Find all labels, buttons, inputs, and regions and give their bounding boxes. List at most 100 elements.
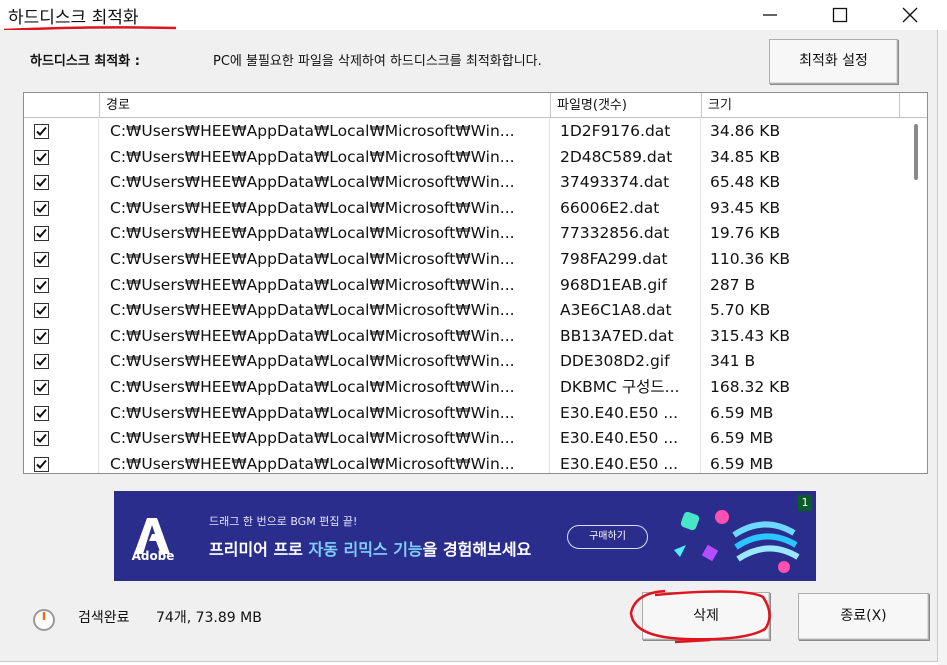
row-file-size: 65.48 KB <box>710 173 781 192</box>
checkmark-icon <box>36 280 47 290</box>
table-row[interactable]: C:₩Users₩HEE₩AppData₩Local₩Microsoft₩Win… <box>24 170 909 196</box>
checkmark-icon <box>36 382 47 392</box>
checkmark-icon <box>36 254 47 264</box>
row-checkbox[interactable] <box>34 124 49 139</box>
row-file-name: E30.E40.E50 ... <box>551 451 701 473</box>
table-row[interactable]: C:₩Users₩HEE₩AppData₩Local₩Microsoft₩Win… <box>24 323 909 350</box>
row-file-name: A3E6C1A8.dat <box>551 298 701 324</box>
row-path: C:₩Users₩HEE₩AppData₩Local₩Microsoft₩Win… <box>100 426 550 452</box>
row-check-cell <box>24 400 99 427</box>
maximize-button[interactable] <box>817 0 863 30</box>
ad-graphic-icon <box>674 510 800 573</box>
checkmark-icon <box>36 203 47 213</box>
row-checkbox[interactable] <box>34 379 49 395</box>
row-file-size: 6.59 MB <box>710 429 774 448</box>
ad-brand: Adobe <box>131 549 175 563</box>
minimize-icon <box>763 14 777 16</box>
delete-button[interactable]: 삭제 <box>642 592 770 640</box>
row-check-cell <box>24 374 99 401</box>
section-label: 하드디스크 최적화 : <box>30 54 140 69</box>
row-file-size: 110.36 KB <box>710 249 790 268</box>
row-file-name: DKBMC 구성드... <box>551 374 701 401</box>
row-checkbox[interactable] <box>34 303 49 319</box>
row-checkbox[interactable] <box>34 354 49 370</box>
row-file-size: 34.86 KB <box>710 122 781 140</box>
table-row[interactable]: C:₩Users₩HEE₩AppData₩Local₩Microsoft₩Win… <box>24 349 909 375</box>
row-file-size: 168.32 KB <box>710 377 790 396</box>
row-file-size: 5.70 KB <box>710 301 771 320</box>
checkmark-icon <box>36 459 47 469</box>
row-path: C:₩Users₩HEE₩AppData₩Local₩Microsoft₩Win… <box>100 323 550 350</box>
column-header-name[interactable]: 파일명(갯수) <box>551 93 702 118</box>
row-checkbox[interactable] <box>34 277 49 293</box>
row-checkbox[interactable] <box>34 226 49 242</box>
close-icon <box>902 7 918 23</box>
table-row[interactable]: C:₩Users₩HEE₩AppData₩Local₩Microsoft₩Win… <box>24 144 909 171</box>
row-file-name: 77332856.dat <box>551 221 701 247</box>
table-row[interactable]: C:₩Users₩HEE₩AppData₩Local₩Microsoft₩Win… <box>24 272 909 299</box>
table-row[interactable]: C:₩Users₩HEE₩AppData₩Local₩Microsoft₩Win… <box>24 246 909 273</box>
table-row[interactable]: C:₩Users₩HEE₩AppData₩Local₩Microsoft₩Win… <box>24 221 909 247</box>
checkmark-icon <box>36 331 47 341</box>
checkmark-icon <box>36 433 47 444</box>
row-path: C:₩Users₩HEE₩AppData₩Local₩Microsoft₩Win… <box>100 119 550 145</box>
file-list[interactable]: 경로 파일명(갯수) 크기 C:₩Users₩HEE₩AppData₩Local… <box>23 92 928 474</box>
title-bar[interactable]: 하드디스크 최적화 <box>0 0 947 32</box>
column-header-size[interactable]: 크기 <box>702 93 900 118</box>
ad-tagline: 드래그 한 번으로 BGM 편집 끝! <box>209 515 358 528</box>
row-file-size: 287 B <box>710 275 756 294</box>
vertical-scrollbar[interactable] <box>909 119 927 473</box>
row-file-name: 37493374.dat <box>551 170 701 196</box>
ad-buy-button[interactable]: 구매하기 <box>567 525 648 549</box>
table-row[interactable]: C:₩Users₩HEE₩AppData₩Local₩Microsoft₩Win… <box>24 374 909 401</box>
row-file-name: DDE308D2.gif <box>551 349 701 375</box>
checkmark-icon <box>36 229 47 239</box>
exit-button[interactable]: 종료(X) <box>798 593 929 640</box>
row-path: C:₩Users₩HEE₩AppData₩Local₩Microsoft₩Win… <box>100 144 550 171</box>
table-row[interactable]: C:₩Users₩HEE₩AppData₩Local₩Microsoft₩Win… <box>24 298 909 324</box>
checkmark-icon <box>36 152 47 162</box>
row-path: C:₩Users₩HEE₩AppData₩Local₩Microsoft₩Win… <box>100 195 550 222</box>
row-file-name: 798FA299.dat <box>551 246 701 273</box>
row-check-cell <box>24 323 99 350</box>
row-check-cell <box>24 246 99 273</box>
table-row[interactable]: C:₩Users₩HEE₩AppData₩Local₩Microsoft₩Win… <box>24 426 909 452</box>
row-file-name: 66006E2.dat <box>551 195 701 222</box>
table-row[interactable]: C:₩Users₩HEE₩AppData₩Local₩Microsoft₩Win… <box>24 119 909 145</box>
scrollbar-thumb[interactable] <box>914 124 918 180</box>
row-checkbox[interactable] <box>34 456 49 472</box>
ad-banner[interactable]: Adobe 드래그 한 번으로 BGM 편집 끝! 프리미어 프로 자동 리믹스… <box>114 491 816 581</box>
row-checkbox[interactable] <box>34 405 49 421</box>
row-check-cell <box>24 272 99 299</box>
maximize-icon <box>832 7 848 23</box>
row-file-name: E30.E40.E50 ... <box>551 400 701 427</box>
row-file-name: E30.E40.E50 ... <box>551 426 701 452</box>
minimize-button[interactable] <box>747 0 793 30</box>
column-header-check[interactable] <box>24 93 100 118</box>
list-header: 경로 파일명(갯수) 크기 <box>24 93 927 118</box>
optimize-settings-button[interactable]: 최적화 설정 <box>769 39 898 84</box>
row-file-name: 968D1EAB.gif <box>551 272 701 299</box>
row-checkbox[interactable] <box>34 251 49 267</box>
close-window-button[interactable] <box>887 0 933 30</box>
row-check-cell <box>24 195 99 222</box>
table-row[interactable]: C:₩Users₩HEE₩AppData₩Local₩Microsoft₩Win… <box>24 451 909 473</box>
row-file-size: 19.76 KB <box>710 224 781 243</box>
row-checkbox[interactable] <box>34 175 49 191</box>
table-row[interactable]: C:₩Users₩HEE₩AppData₩Local₩Microsoft₩Win… <box>24 400 909 427</box>
row-checkbox[interactable] <box>34 200 49 216</box>
power-status-icon <box>33 609 55 631</box>
row-file-size: 315.43 KB <box>710 326 790 345</box>
ad-headline-highlight: 자동 리믹스 기능 <box>308 540 423 559</box>
column-header-path[interactable]: 경로 <box>100 93 551 118</box>
row-checkbox[interactable] <box>34 328 49 344</box>
ad-badge: 1 <box>798 495 812 511</box>
row-check-cell <box>24 451 99 473</box>
row-file-size: 34.85 KB <box>710 147 781 166</box>
table-row[interactable]: C:₩Users₩HEE₩AppData₩Local₩Microsoft₩Win… <box>24 195 909 222</box>
row-path: C:₩Users₩HEE₩AppData₩Local₩Microsoft₩Win… <box>100 298 550 324</box>
ad-headline-pre: 프리미어 프로 <box>209 540 309 559</box>
row-checkbox[interactable] <box>34 431 49 447</box>
row-checkbox[interactable] <box>34 149 49 165</box>
list-rows: C:₩Users₩HEE₩AppData₩Local₩Microsoft₩Win… <box>24 119 909 473</box>
